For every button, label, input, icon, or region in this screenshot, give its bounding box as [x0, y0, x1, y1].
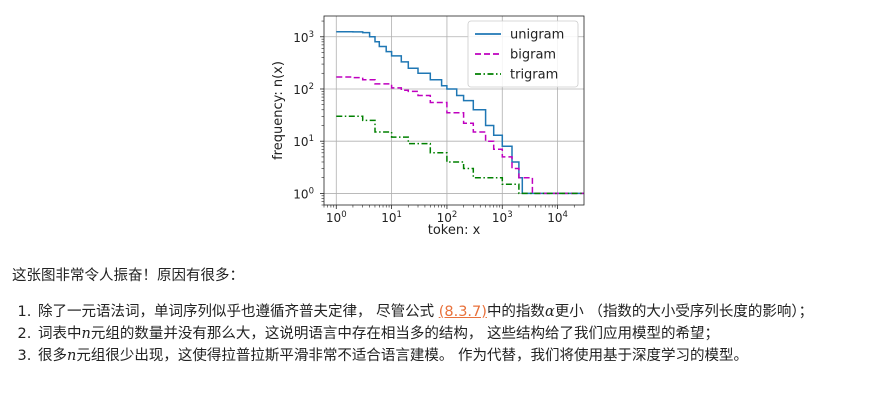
point-2-text-end: 元组的数量并没有那么大，这说明语言中存在相当多的结构， 这些结构给了我们应用模型… — [90, 326, 719, 342]
y-axis-label: frequency: n(x) — [271, 61, 286, 160]
legend-label-trigram: trigram — [510, 68, 558, 83]
points-list: 除了一元语法词，单词序列似乎也遵循齐普夫定律， 尽管公式 (8.3.7)中的指数… — [14, 301, 870, 367]
y-tick-label: 103 — [293, 30, 314, 45]
n-symbol: n — [67, 348, 77, 364]
list-item: 除了一元语法词，单词序列似乎也遵循齐普夫定律， 尽管公式 (8.3.7)中的指数… — [36, 301, 870, 323]
equation-reference-link[interactable]: (8.3.7) — [439, 304, 487, 320]
legend-label-bigram: bigram — [510, 48, 556, 63]
alpha-symbol: α — [544, 304, 555, 320]
legend-label-unigram: unigram — [510, 28, 564, 43]
point-3-text-start: 很多 — [38, 348, 67, 364]
x-tick-label: 103 — [492, 210, 513, 225]
y-tick-label: 100 — [293, 186, 314, 201]
point-2-text-start: 词表中 — [38, 326, 82, 342]
series-line-trigram — [336, 115, 584, 195]
x-tick-label: 100 — [326, 210, 347, 225]
list-item: 词表中n元组的数量并没有那么大，这说明语言中存在相当多的结构， 这些结构给了我们… — [36, 323, 870, 345]
point-3-text-end: 元组很少出现，这使得拉普拉斯平滑非常不适合语言建模。 作为代替，我们将使用基于深… — [76, 348, 748, 364]
x-axis-label: token: x — [428, 223, 481, 238]
series-line-bigram — [336, 76, 584, 195]
frequency-chart: 100 101 102 103 104100101102103 token: x fre… — [271, 15, 585, 238]
point-1-text-mid: 中的指数 — [486, 304, 545, 320]
list-item: 很多n元组很少出现，这使得拉普拉斯平滑非常不适合语言建模。 作为代替，我们将使用… — [36, 345, 870, 367]
n-symbol: n — [81, 326, 91, 342]
chart-legend: unigram bigram trigram — [467, 20, 579, 88]
intro-text: 这张图非常令人振奋！原因有很多： — [12, 268, 244, 284]
point-1-text-start: 除了一元语法词，单词序列似乎也遵循齐普夫定律， 尽管公式 — [38, 304, 439, 320]
y-tick-label: 102 — [293, 82, 314, 97]
point-1-text-end: 更小 （指数的大小受序列长度的影响）； — [554, 304, 814, 320]
y-tick-label: 101 — [293, 134, 314, 149]
x-tick-label: 104 — [547, 210, 568, 225]
x-tick-label: 101 — [381, 210, 402, 225]
